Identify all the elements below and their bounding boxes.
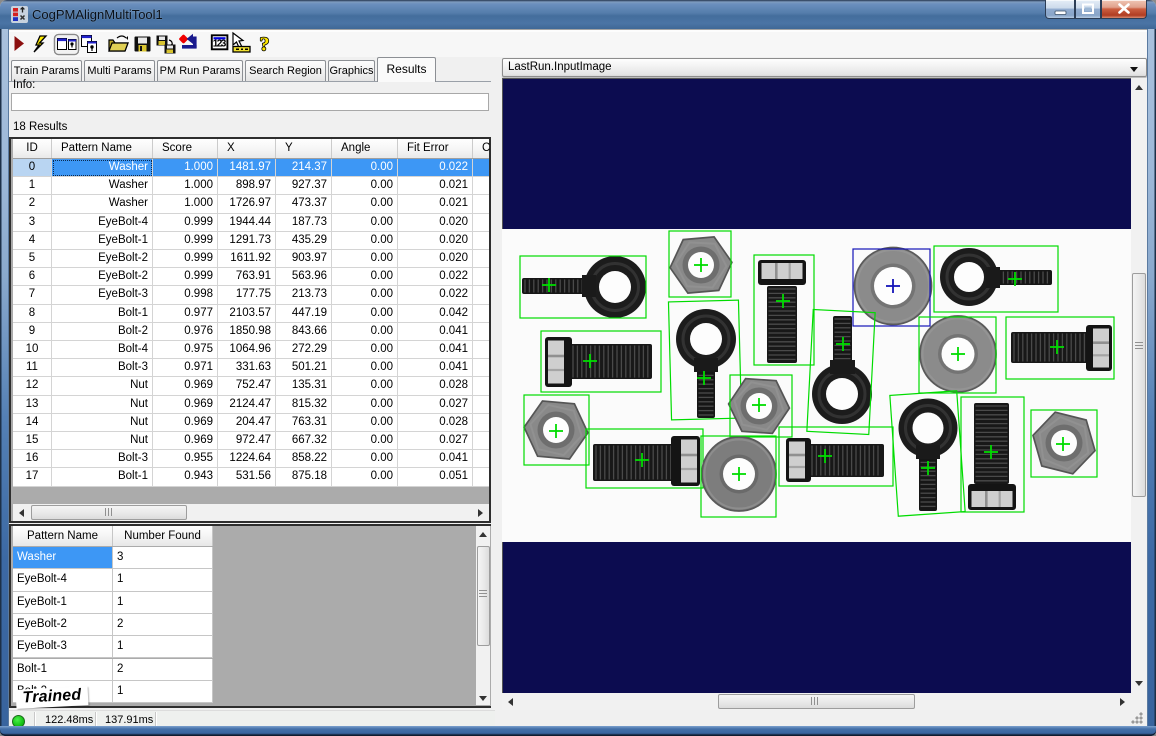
svg-text:?: ? [260,34,270,56]
svg-text:123: 123 [213,39,227,50]
